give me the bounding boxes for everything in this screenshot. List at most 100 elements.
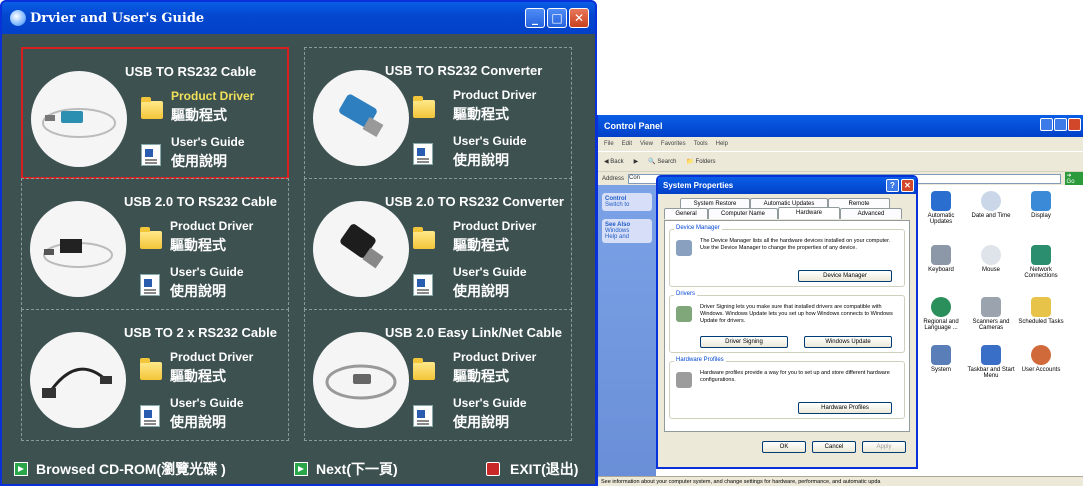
mouse-item[interactable]: Mouse xyxy=(966,245,1016,273)
item-label: Mouse xyxy=(981,267,1000,273)
back-button[interactable]: ◀ Back xyxy=(604,158,624,165)
user-accounts-item[interactable]: User Accounts xyxy=(1016,345,1066,373)
minimize-button[interactable]: _ xyxy=(525,8,545,28)
control-panel-titlebar[interactable]: Control Panel xyxy=(598,115,1083,137)
tab-general[interactable]: General xyxy=(664,208,708,219)
driver-signing-button[interactable]: Driver Signing xyxy=(700,336,788,348)
guide-zh-link[interactable]: 使用說明 xyxy=(453,281,509,301)
user-guide-link[interactable]: User's Guide xyxy=(170,396,244,410)
product-image xyxy=(30,332,126,428)
system-item[interactable]: System xyxy=(916,345,966,373)
tab-hardware[interactable]: Hardware xyxy=(778,207,840,219)
group-description: Hardware profiles provide a way for you … xyxy=(700,370,890,383)
user-guide-link[interactable]: User's Guide xyxy=(453,265,527,279)
scheduled-tasks-item[interactable]: Scheduled Tasks xyxy=(1016,297,1066,325)
driver-zh-link[interactable]: 驅動程式 xyxy=(453,235,509,255)
tab-computer-name[interactable]: Computer Name xyxy=(708,208,778,219)
toolbar: ◀ Back ▶ 🔍 Search 📁 Folders xyxy=(598,151,1083,171)
menu-view[interactable]: View xyxy=(640,141,653,147)
device-manager-button[interactable]: Device Manager xyxy=(798,270,892,282)
product-driver-link[interactable]: Product Driver xyxy=(453,350,536,364)
globe-icon xyxy=(931,297,951,317)
browse-label: Browsed CD-ROM(瀏覽光碟 ) xyxy=(36,461,226,477)
menu-favorites[interactable]: Favorites xyxy=(661,141,686,147)
user-guide-link[interactable]: User's Guide xyxy=(453,396,527,410)
guide-zh-link[interactable]: 使用說明 xyxy=(170,412,226,432)
guide-zh-link[interactable]: 使用說明 xyxy=(171,151,227,171)
minimize-button[interactable] xyxy=(1040,118,1053,131)
globe-icon xyxy=(931,191,951,211)
product-image xyxy=(313,70,409,166)
help-support-link[interactable]: Help and xyxy=(605,234,649,240)
driver-zh-link[interactable]: 驅動程式 xyxy=(170,366,226,386)
tab-advanced[interactable]: Advanced xyxy=(840,208,902,219)
product-driver-link[interactable]: Product Driver xyxy=(453,219,536,233)
driver-zh-link[interactable]: 驅動程式 xyxy=(453,104,509,124)
next-label: Next(下一頁) xyxy=(316,461,398,477)
display-item[interactable]: Display xyxy=(1016,191,1066,219)
hardware-profiles-icon xyxy=(676,372,692,388)
user-guide-link[interactable]: User's Guide xyxy=(170,265,244,279)
guide-zh-link[interactable]: 使用說明 xyxy=(453,412,509,432)
system-properties-dialog: System Properties ? ✕ System Restore Aut… xyxy=(656,175,918,469)
close-button[interactable] xyxy=(1068,118,1081,131)
status-bar: See information about your computer syst… xyxy=(598,476,1083,486)
item-label: Automatic Updates xyxy=(927,213,955,225)
scanners-cameras-item[interactable]: Scanners and Cameras xyxy=(966,297,1016,331)
driver-guide-window: Drvier and User's Guide _ □ ✕ USB TO RS2… xyxy=(0,0,597,486)
user-guide-link[interactable]: User's Guide xyxy=(453,134,527,148)
folder-icon xyxy=(140,227,162,249)
switch-view-link[interactable]: Switch to xyxy=(605,202,629,208)
guide-zh-link[interactable]: 使用說明 xyxy=(453,150,509,170)
tab-strip: System Restore Automatic Updates Remote … xyxy=(658,194,916,220)
close-button[interactable]: ✕ xyxy=(901,179,914,192)
folders-button[interactable]: 📁 Folders xyxy=(686,158,715,165)
driver-guide-titlebar[interactable]: Drvier and User's Guide _ □ ✕ xyxy=(2,2,595,34)
driver-zh-link[interactable]: 驅動程式 xyxy=(171,105,227,125)
help-button[interactable]: ? xyxy=(886,179,899,192)
hardware-profiles-button[interactable]: Hardware Profiles xyxy=(798,402,892,414)
search-button[interactable]: 🔍 Search xyxy=(648,158,676,165)
dialog-title: System Properties xyxy=(663,181,734,190)
product-driver-link[interactable]: Product Driver xyxy=(171,89,254,103)
window-title: Drvier and User's Guide xyxy=(30,10,205,26)
folder-icon xyxy=(413,96,435,118)
exit-label: EXIT(退出) xyxy=(510,461,579,477)
menu-edit[interactable]: Edit xyxy=(622,141,632,147)
item-label: Scanners and Cameras xyxy=(972,319,1010,331)
exit-button[interactable]: EXIT(退出) xyxy=(486,459,578,479)
automatic-updates-item[interactable]: Automatic Updates xyxy=(916,191,966,225)
windows-update-button[interactable]: Windows Update xyxy=(804,336,892,348)
menu-help[interactable]: Help xyxy=(716,141,728,147)
folder-icon xyxy=(413,358,435,380)
product-driver-link[interactable]: Product Driver xyxy=(453,88,536,102)
guide-zh-link[interactable]: 使用說明 xyxy=(170,281,226,301)
driver-zh-link[interactable]: 驅動程式 xyxy=(170,235,226,255)
taskbar-start-menu-item[interactable]: Taskbar and Start Menu xyxy=(966,345,1016,379)
product-title: USB 2.0 TO RS232 Converter xyxy=(385,194,564,209)
go-button[interactable]: ➜ Go xyxy=(1064,172,1083,185)
browse-cdrom-button[interactable]: Browsed CD-ROM(瀏覽光碟 ) xyxy=(14,459,226,479)
cancel-button[interactable]: Cancel xyxy=(812,441,856,453)
apply-button[interactable]: Apply xyxy=(862,441,906,453)
forward-button[interactable]: ▶ xyxy=(634,158,639,165)
clock-icon xyxy=(981,191,1001,211)
product-driver-link[interactable]: Product Driver xyxy=(170,350,253,364)
regional-language-item[interactable]: Regional and Language ... xyxy=(916,297,966,331)
maximize-button[interactable] xyxy=(1054,118,1067,131)
product-driver-link[interactable]: Product Driver xyxy=(170,219,253,233)
maximize-button[interactable]: □ xyxy=(547,8,567,28)
menu-file[interactable]: File xyxy=(604,141,614,147)
next-button[interactable]: Next(下一頁) xyxy=(294,459,398,479)
menu-tools[interactable]: Tools xyxy=(694,141,708,147)
product-title: USB TO RS232 Converter xyxy=(385,63,543,78)
ok-button[interactable]: OK xyxy=(762,441,806,453)
date-time-item[interactable]: Date and Time xyxy=(966,191,1016,219)
user-guide-link[interactable]: User's Guide xyxy=(171,135,245,149)
product-image xyxy=(313,201,409,297)
close-button[interactable]: ✕ xyxy=(569,8,589,28)
network-connections-item[interactable]: Network Connections xyxy=(1016,245,1066,279)
driver-zh-link[interactable]: 驅動程式 xyxy=(453,366,509,386)
keyboard-item[interactable]: Keyboard xyxy=(916,245,966,273)
dialog-titlebar[interactable]: System Properties ? ✕ xyxy=(658,177,916,194)
